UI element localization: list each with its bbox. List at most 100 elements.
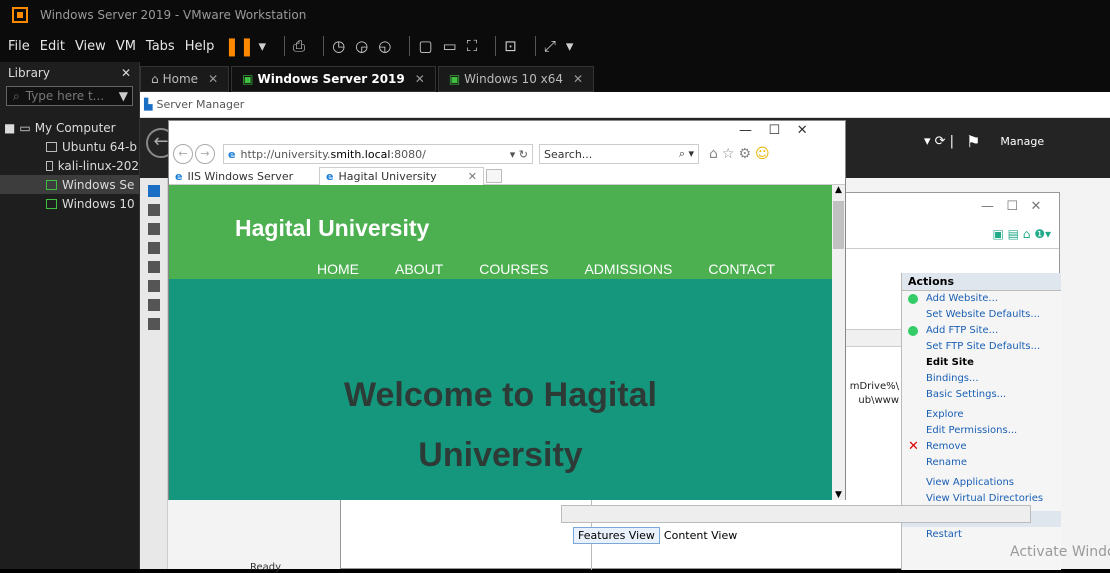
new-tab-button[interactable] — [486, 169, 502, 183]
search-input[interactable]: Search... ⌕ ▾ — [539, 144, 699, 164]
edit-permissions-link[interactable]: Edit Permissions... — [902, 423, 1061, 439]
site-header: Hagital University HOME ABOUT COURSES AD… — [169, 185, 832, 279]
services-icon[interactable] — [148, 299, 160, 311]
tree-item-vm[interactable]: Windows Se — [0, 175, 139, 194]
refresh-icon[interactable]: ▾ ⟳ | — [924, 134, 954, 149]
vmware-logo-icon — [12, 7, 28, 23]
iis-icon[interactable] — [148, 261, 160, 273]
search-icon[interactable]: ⌕ ▾ — [679, 147, 694, 161]
window-title: Windows Server 2019 - VMware Workstation — [40, 8, 307, 22]
nav-about[interactable]: ABOUT — [395, 261, 443, 277]
file-services-icon[interactable] — [148, 242, 160, 254]
address-bar[interactable]: e http://university. smith.local:8080/ ▾ … — [223, 144, 533, 164]
scrollbar-thumb[interactable] — [833, 201, 844, 249]
menu-help[interactable]: Help — [185, 39, 215, 54]
snapshot-icon[interactable]: ◷ — [332, 37, 345, 55]
thumbnail-view-icon[interactable]: ▭ — [443, 37, 457, 55]
content-view-button[interactable]: Content View — [664, 529, 737, 542]
dropdown-icon[interactable]: ▾ — [259, 37, 267, 55]
scroll-down-icon[interactable]: ▼ — [832, 490, 845, 500]
browser-toolbar-icons[interactable]: ⌂☆⚙☺ — [709, 146, 774, 162]
tab-hagital-university[interactable]: e Hagital University ✕ — [319, 167, 484, 185]
local-server-icon[interactable] — [148, 204, 160, 216]
dropdown-icon[interactable]: ▾ — [566, 37, 574, 55]
vm-tabbar: ⌂ Home ✕ ▣ Windows Server 2019 ✕ ▣ Windo… — [140, 62, 1110, 92]
set-ftp-defaults-link[interactable]: Set FTP Site Defaults... — [902, 339, 1061, 355]
storage-icon[interactable] — [148, 280, 160, 292]
tree-item-vm[interactable]: kali-linux-202 — [0, 156, 139, 175]
features-view-button[interactable]: Features View — [573, 526, 660, 544]
collapse-icon[interactable]: ■ — [4, 121, 15, 135]
revert-snapshot-icon[interactable]: ◶ — [355, 37, 368, 55]
roles-icon[interactable] — [148, 318, 160, 330]
tab-label: Home — [162, 72, 199, 86]
view-applications-link[interactable]: View Applications — [902, 475, 1061, 491]
back-button[interactable]: ← — [173, 144, 193, 164]
flag-icon[interactable]: ⚑ — [966, 132, 980, 151]
tree-item-label: kali-linux-202 — [57, 158, 139, 173]
nav-home[interactable]: HOME — [317, 261, 359, 277]
close-icon[interactable]: ✕ — [121, 66, 131, 80]
horizontal-scrollbar[interactable] — [561, 505, 1031, 523]
rename-link[interactable]: Rename — [902, 455, 1061, 471]
vertical-scrollbar[interactable]: ▲ ▼ — [832, 185, 845, 500]
add-ftp-site-link[interactable]: Add FTP Site... — [902, 323, 1061, 339]
close-icon[interactable]: ✕ — [208, 72, 218, 86]
tab-home[interactable]: ⌂ Home ✕ — [140, 66, 230, 92]
explore-link[interactable]: Explore — [902, 407, 1061, 423]
window-controls[interactable]: — ☐ ✕ — [739, 123, 808, 138]
bindings-link[interactable]: Bindings... — [902, 371, 1061, 387]
tree-item-vm[interactable]: Windows 10 — [0, 194, 139, 213]
pause-icon[interactable]: ❚❚ — [224, 36, 254, 57]
scroll-up-icon[interactable]: ▲ — [832, 185, 845, 195]
set-website-defaults-link[interactable]: Set Website Defaults... — [902, 307, 1061, 323]
menu-edit[interactable]: Edit — [40, 39, 65, 54]
tree-item-vm[interactable]: Ubuntu 64-b — [0, 137, 139, 156]
tree-item-my-computer[interactable]: ■ ▭ My Computer — [0, 118, 139, 137]
nav-contact[interactable]: CONTACT — [708, 261, 775, 277]
fullscreen-icon[interactable]: ⛶ — [467, 37, 478, 55]
library-search-input[interactable]: ⌕ Type here t... ▼ — [6, 86, 133, 106]
console-icon[interactable]: ⊡ — [504, 37, 517, 55]
manage-menu[interactable]: Manage — [1000, 135, 1044, 148]
tab-label: Windows 10 x64 — [464, 72, 564, 86]
remove-link[interactable]: ✕ Remove — [902, 439, 1061, 455]
library-view-icon[interactable]: ▢ — [418, 37, 432, 55]
add-website-link[interactable]: Add Website... — [902, 291, 1061, 307]
forward-button[interactable]: → — [195, 144, 215, 164]
close-icon[interactable]: ✕ — [573, 72, 583, 86]
toolbar-icons[interactable]: ▣ ▤ ⌂ ❶▾ — [992, 227, 1051, 241]
server-manager-titlebar: ▙ Server Manager — [140, 92, 1110, 118]
menu-view[interactable]: View — [75, 39, 106, 54]
search-placeholder: Search... — [544, 147, 593, 161]
menu-vm[interactable]: VM — [116, 39, 136, 54]
window-controls[interactable]: — ☐ ✕ — [981, 199, 1041, 214]
nav-admissions[interactable]: ADMISSIONS — [584, 261, 672, 277]
stretch-icon[interactable]: ⤢ — [544, 37, 556, 55]
tab-iis-windows-server[interactable]: e IIS Windows Server — [169, 167, 319, 185]
close-icon[interactable]: ✕ — [415, 72, 425, 86]
nav-courses[interactable]: COURSES — [479, 261, 548, 277]
menu-file[interactable]: File — [8, 39, 30, 54]
tab-windows-server-2019[interactable]: ▣ Windows Server 2019 ✕ — [231, 66, 436, 92]
vm-icon — [46, 160, 53, 171]
tab-windows-10-x64[interactable]: ▣ Windows 10 x64 ✕ — [437, 66, 595, 92]
tree-item-label: Windows Se — [62, 177, 135, 192]
all-servers-icon[interactable] — [148, 223, 160, 235]
activate-windows-watermark: Activate Windo — [1010, 544, 1110, 560]
dashboard-icon[interactable] — [148, 185, 160, 197]
restart-link[interactable]: Restart — [902, 527, 1061, 543]
chevron-down-icon[interactable]: ▼ — [119, 89, 128, 103]
refresh-icon[interactable]: ▾ ↻ — [510, 148, 528, 161]
smiley-icon[interactable]: ☺ — [755, 146, 774, 162]
basic-settings-link[interactable]: Basic Settings... — [902, 387, 1061, 403]
browser-toolbar: ← → e http://university. smith.local:8080… — [173, 143, 843, 165]
globe-icon — [908, 294, 918, 304]
close-icon[interactable]: ✕ — [468, 170, 477, 183]
toolbar-separator — [323, 36, 325, 56]
menu-tabs[interactable]: Tabs — [146, 39, 175, 54]
link-label: Add Website... — [926, 293, 998, 304]
tab-label: Hagital University — [338, 170, 437, 183]
snapshot-manager-icon[interactable]: ◵ — [378, 37, 391, 55]
send-ctrl-alt-del-icon[interactable]: ⎙ — [293, 37, 305, 55]
